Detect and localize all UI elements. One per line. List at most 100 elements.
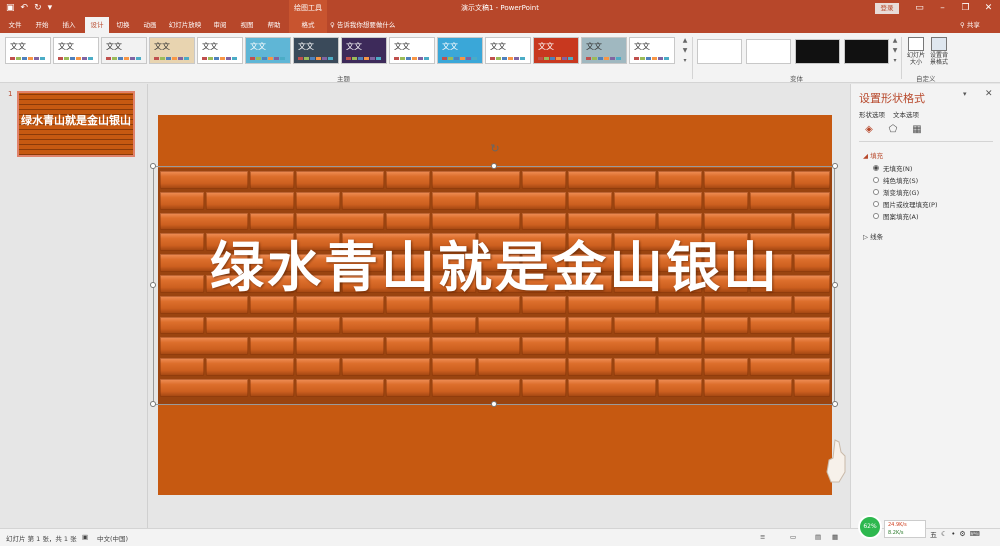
brick-tile <box>568 212 656 231</box>
theme-thumbnail[interactable]: 文文 <box>341 37 387 64</box>
tab-shape-options[interactable]: 形状选项 <box>859 109 885 119</box>
tab-review[interactable]: 审阅 <box>209 17 231 33</box>
tell-me-box[interactable]: ♀ 告诉我你想要做什么 <box>330 17 395 33</box>
variant-thumbnail[interactable] <box>697 39 742 64</box>
notes-icon[interactable]: ≡ <box>760 533 765 541</box>
theme-thumbnail[interactable]: 文文 <box>437 37 483 64</box>
save-icon[interactable]: ▣ <box>6 2 15 15</box>
ime-indicator[interactable]: 五 <box>930 530 937 540</box>
language-status[interactable]: 中文(中国) <box>97 533 128 543</box>
pane-options-icon[interactable]: ▾ <box>963 90 967 98</box>
slide-size-button[interactable]: 幻灯片 大小 <box>905 37 927 66</box>
fill-section-header[interactable]: ◢ 填充 <box>863 150 883 160</box>
fill-option[interactable]: 纯色填充(S) <box>873 175 918 185</box>
tab-text-options[interactable]: 文本选项 <box>893 109 919 119</box>
fill-option[interactable]: 图案填充(A) <box>873 211 919 221</box>
slide-thumbnail[interactable]: 绿水青山就是金山银山 <box>17 91 135 157</box>
theme-thumbnail[interactable]: 文文 <box>5 37 51 64</box>
tab-insert[interactable]: 插入 <box>58 17 80 33</box>
theme-color-bars <box>298 57 333 60</box>
spellcheck-icon[interactable]: ▣ <box>82 533 88 541</box>
chevron-up-icon[interactable]: ▲ <box>893 37 898 44</box>
slide-headline[interactable]: 绿水青山就是金山银山 <box>158 236 832 300</box>
performance-gauge[interactable]: 62% <box>858 515 882 539</box>
undo-icon[interactable]: ↶ <box>21 2 29 15</box>
share-button[interactable]: ⚲ 共享 <box>960 17 980 33</box>
dot-icon[interactable]: • <box>951 530 955 540</box>
tab-file[interactable]: 文件 <box>4 17 26 33</box>
effects-pentagon-icon[interactable]: ⬠ <box>887 124 899 136</box>
theme-thumbnail[interactable]: 文文 <box>533 37 579 64</box>
customize-qat-icon[interactable]: ▾ <box>48 2 53 15</box>
chevron-down-icon[interactable]: ▼ <box>893 47 898 54</box>
rotate-handle-icon[interactable]: ↻ <box>489 143 501 155</box>
themes-scroll[interactable]: ▲ ▼ ▾ <box>681 37 689 64</box>
variant-thumbnail[interactable] <box>746 39 791 64</box>
sorter-view-icon[interactable]: ▦ <box>832 533 838 541</box>
resize-handle[interactable] <box>491 163 497 169</box>
radio-button-icon[interactable] <box>873 177 879 183</box>
customize-group-label: 自定义 <box>916 75 936 83</box>
close-icon[interactable]: ✕ <box>977 0 1000 17</box>
keyboard-icon[interactable]: ⌨ <box>970 530 980 540</box>
comments-icon[interactable]: ▭ <box>790 533 796 541</box>
theme-thumbnail[interactable]: 文文 <box>53 37 99 64</box>
more-icon[interactable]: ▾ <box>683 57 686 64</box>
minimize-icon[interactable]: – <box>931 0 954 17</box>
fill-option[interactable]: 渐变填充(G) <box>873 187 919 197</box>
size-properties-icon[interactable]: ▦ <box>911 124 923 136</box>
color-swatch <box>424 57 429 60</box>
tab-animations[interactable]: 动画 <box>139 17 161 33</box>
radio-button-icon[interactable] <box>873 189 879 195</box>
tab-home[interactable]: 开始 <box>31 17 53 33</box>
theme-thumbnail[interactable]: 文文 <box>485 37 531 64</box>
resize-handle[interactable] <box>832 401 838 407</box>
color-swatch <box>118 57 123 60</box>
chevron-down-icon[interactable]: ▼ <box>683 47 688 54</box>
ribbon-display-icon[interactable]: ▭ <box>908 0 931 17</box>
tab-help[interactable]: 帮助 <box>263 17 285 33</box>
format-background-button[interactable]: 设置背 景格式 <box>928 37 950 66</box>
theme-thumbnail[interactable]: 文文 <box>389 37 435 64</box>
resize-handle[interactable] <box>150 282 156 288</box>
fill-option[interactable]: 图片或纹理填充(P) <box>873 199 938 209</box>
color-swatch <box>214 57 219 60</box>
resize-handle[interactable] <box>491 401 497 407</box>
tab-design[interactable]: 设计 <box>85 17 109 33</box>
variant-thumbnail[interactable] <box>844 39 889 64</box>
radio-button-icon[interactable] <box>873 201 879 207</box>
variants-scroll[interactable]: ▲ ▼ ▾ <box>891 37 899 64</box>
fill-section-label: 填充 <box>870 152 884 160</box>
moon-icon[interactable]: ☾ <box>941 530 947 540</box>
resize-handle[interactable] <box>832 282 838 288</box>
more-icon[interactable]: ▾ <box>893 57 896 64</box>
chevron-up-icon[interactable]: ▲ <box>683 37 688 44</box>
restore-icon[interactable]: ❐ <box>954 0 977 17</box>
normal-view-icon[interactable]: ▤ <box>815 533 821 541</box>
tab-format[interactable]: 格式 <box>289 17 327 33</box>
theme-thumbnail[interactable]: 文文 <box>629 37 675 64</box>
login-button[interactable]: 登录 <box>875 3 899 14</box>
close-icon[interactable]: ✕ <box>985 89 993 99</box>
theme-thumbnail[interactable]: 文文 <box>293 37 339 64</box>
tab-transitions[interactable]: 切换 <box>112 17 134 33</box>
theme-thumbnail[interactable]: 文文 <box>149 37 195 64</box>
theme-thumbnail[interactable]: 文文 <box>101 37 147 64</box>
fill-option[interactable]: 无填充(N) <box>873 163 912 173</box>
tab-slideshow[interactable]: 幻灯片放映 <box>166 17 204 33</box>
resize-handle[interactable] <box>150 401 156 407</box>
resize-handle[interactable] <box>832 163 838 169</box>
theme-thumbnail[interactable]: 文文 <box>581 37 627 64</box>
line-section-header[interactable]: ▷ 线条 <box>863 231 883 241</box>
radio-button-icon[interactable] <box>873 213 879 219</box>
variant-thumbnail[interactable] <box>795 39 840 64</box>
fill-line-icon[interactable]: ◈ <box>863 124 875 136</box>
theme-thumbnail[interactable]: 文文 <box>245 37 291 64</box>
gear-icon[interactable]: ⚙ <box>959 530 965 540</box>
radio-button-icon[interactable] <box>873 165 879 171</box>
resize-handle[interactable] <box>150 163 156 169</box>
theme-thumbnail[interactable]: 文文 <box>197 37 243 64</box>
color-swatch <box>514 57 519 60</box>
tab-view[interactable]: 视图 <box>236 17 258 33</box>
redo-icon[interactable]: ↻ <box>34 2 42 15</box>
